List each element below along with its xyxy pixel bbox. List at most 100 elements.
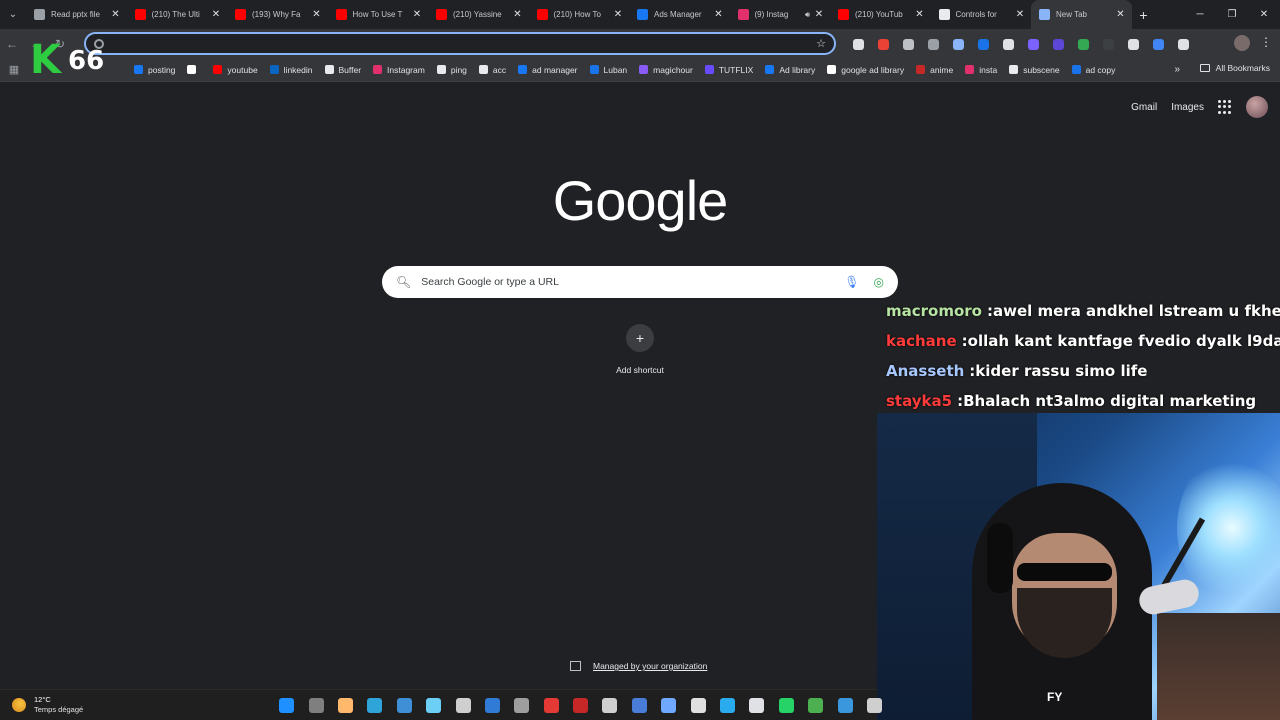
bookmark-item[interactable]: google ad library [821, 65, 910, 75]
restore-button[interactable]: ❐ [1216, 0, 1248, 29]
taskbar-app-icon[interactable] [654, 693, 683, 717]
browser-tab[interactable]: (9) Instag 🔊︎ ✕ [730, 0, 831, 29]
profile-icon[interactable] [1234, 35, 1250, 51]
extension-icon[interactable] [1121, 32, 1146, 56]
browser-tab[interactable]: (210) The Ulti ✕ [127, 0, 228, 29]
taskbar-app-icon[interactable] [360, 693, 389, 717]
taskbar-app-icon[interactable] [448, 693, 477, 717]
bookmark-item[interactable]: Ad library [759, 65, 821, 75]
microphone-icon[interactable]: 🎙︎ [844, 275, 859, 289]
taskbar-app-icon[interactable] [772, 693, 801, 717]
bookmark-item[interactable]: Buffer [319, 65, 368, 75]
all-bookmarks-button[interactable]: All Bookmarks [1199, 63, 1270, 73]
menu-icon[interactable]: ⋮ [1260, 35, 1272, 49]
close-tab-icon[interactable]: ✕ [111, 9, 121, 20]
bookmark-item[interactable]: subscene [1003, 65, 1065, 75]
browser-tab[interactable]: Controls for ✕ [931, 0, 1032, 29]
bookmark-item[interactable]: ping [431, 65, 473, 75]
bookmark-item[interactable]: youtube [207, 65, 263, 75]
close-tab-icon[interactable]: ✕ [814, 9, 824, 20]
extension-icon[interactable] [1171, 32, 1196, 56]
browser-tab[interactable]: New Tab ✕ [1031, 0, 1132, 29]
address-input[interactable] [110, 37, 817, 50]
taskbar-app-icon[interactable] [507, 693, 536, 717]
bookmark-star-icon[interactable]: ☆ [816, 37, 826, 50]
browser-tab[interactable]: (210) YouTub ✕ [830, 0, 931, 29]
camera-lens-icon[interactable]: ◎ [874, 275, 884, 289]
extension-icon[interactable] [1021, 32, 1046, 56]
taskbar-app-icon[interactable] [478, 693, 507, 717]
bookmark-item[interactable]: magichour [633, 65, 699, 75]
taskbar-app-icon[interactable] [801, 693, 830, 717]
taskbar-app-icon[interactable] [595, 693, 624, 717]
bookmark-item[interactable]: linkedin [264, 65, 319, 75]
bookmark-item[interactable]: Instagram [367, 65, 431, 75]
extension-icon[interactable] [871, 32, 896, 56]
close-tab-icon[interactable]: ✕ [714, 9, 724, 20]
extension-icon[interactable] [921, 32, 946, 56]
extension-icon[interactable] [1071, 32, 1096, 56]
close-tab-icon[interactable]: ✕ [412, 9, 422, 20]
google-apps-icon[interactable] [1218, 100, 1232, 114]
bookmark-item[interactable]: anime [910, 65, 959, 75]
taskbar-app-icon[interactable] [419, 693, 448, 717]
plus-icon[interactable]: + [626, 324, 654, 352]
search-box[interactable]: 🔍︎ 🎙︎ ◎ [382, 266, 898, 298]
gmail-link[interactable]: Gmail [1131, 102, 1157, 113]
taskbar-app-icon[interactable] [272, 693, 301, 717]
taskbar-app-icon[interactable] [713, 693, 742, 717]
new-tab-button[interactable]: + [1132, 7, 1156, 23]
weather-widget[interactable]: 12°C Temps dégagé [12, 695, 83, 714]
bookmark-item[interactable]: TUTFLIX [699, 65, 759, 75]
close-tab-icon[interactable]: ✕ [1015, 9, 1025, 20]
browser-tab[interactable]: (193) Why Fa ✕ [227, 0, 328, 29]
taskbar-app-icon[interactable] [625, 693, 654, 717]
close-tab-icon[interactable]: ✕ [613, 9, 623, 20]
minimize-button[interactable]: ─ [1184, 0, 1216, 29]
browser-tab[interactable]: Read pptx file ✕ [26, 0, 127, 29]
bookmark-item[interactable]: ad manager [512, 65, 583, 75]
address-bar[interactable]: ☆ [84, 32, 836, 55]
taskbar-app-icon[interactable] [683, 693, 712, 717]
extension-icon[interactable] [1046, 32, 1071, 56]
browser-tab[interactable]: (210) Yassine ✕ [428, 0, 529, 29]
close-window-button[interactable]: ✕ [1248, 0, 1280, 29]
bookmark-item[interactable]: ad copy [1066, 65, 1122, 75]
taskbar-app-icon[interactable] [830, 693, 859, 717]
back-button[interactable]: ← [0, 32, 24, 56]
close-tab-icon[interactable]: ✕ [312, 9, 322, 20]
taskbar-app-icon[interactable] [537, 693, 566, 717]
taskbar-app-icon[interactable] [301, 693, 330, 717]
close-tab-icon[interactable]: ✕ [915, 9, 925, 20]
bookmark-item[interactable]: posting [128, 65, 181, 75]
close-tab-icon[interactable]: ✕ [211, 9, 221, 20]
more-bookmarks-icon[interactable]: » [1174, 64, 1180, 75]
taskbar-app-icon[interactable] [742, 693, 771, 717]
taskbar-app-icon[interactable] [331, 693, 360, 717]
close-tab-icon[interactable]: ✕ [513, 9, 523, 20]
extension-icon[interactable] [971, 32, 996, 56]
managed-link[interactable]: Managed by your organization [593, 661, 707, 671]
extension-icon[interactable] [1096, 32, 1121, 56]
speaker-icon[interactable]: 🔊︎ [805, 10, 810, 20]
bookmark-item[interactable] [181, 65, 207, 74]
taskbar-app-icon[interactable] [390, 693, 419, 717]
account-avatar[interactable] [1246, 96, 1268, 118]
extension-icon[interactable] [1146, 32, 1171, 56]
add-shortcut[interactable]: + Add shortcut [600, 324, 680, 375]
browser-tab[interactable]: (210) How To ✕ [529, 0, 630, 29]
taskbar-app-icon[interactable] [566, 693, 595, 717]
browser-tab[interactable]: How To Use T ✕ [328, 0, 429, 29]
extension-icon[interactable] [896, 32, 921, 56]
extension-icon[interactable] [946, 32, 971, 56]
search-input[interactable] [421, 276, 837, 288]
images-link[interactable]: Images [1171, 102, 1204, 113]
bookmark-item[interactable]: acc [473, 65, 512, 75]
bookmark-item[interactable]: insta [959, 65, 1003, 75]
extension-icon[interactable] [996, 32, 1021, 56]
taskbar-app-icon[interactable] [860, 693, 889, 717]
tab-search-button[interactable]: ⌄ [0, 0, 26, 29]
extension-icon[interactable] [846, 32, 871, 56]
browser-tab[interactable]: Ads Manager ✕ [629, 0, 730, 29]
apps-grid-icon[interactable]: ▦ [0, 63, 28, 76]
